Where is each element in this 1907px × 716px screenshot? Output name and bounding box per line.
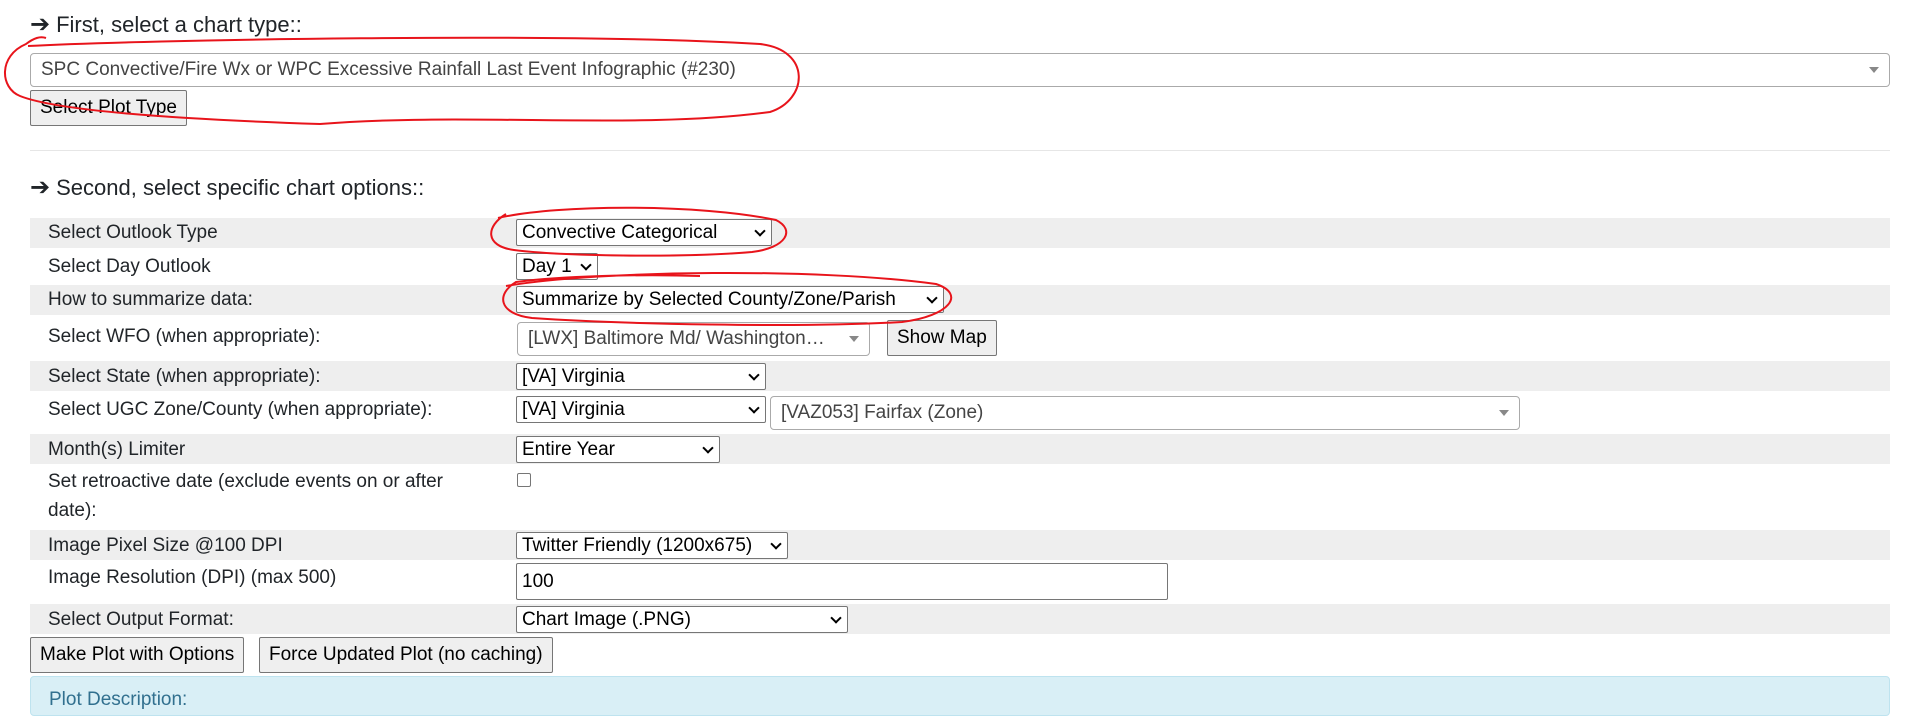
months-label: Month(s) Limiter: [48, 439, 186, 460]
outlook-type-value: Convective Categorical: [522, 221, 718, 243]
pixel-size-value: Twitter Friendly (1200x675): [522, 534, 753, 556]
caret-down-icon: [849, 336, 859, 342]
ugc-label: Select UGC Zone/County (when appropriate…: [48, 399, 433, 420]
output-format-label: Select Output Format:: [48, 609, 234, 630]
wfo-label: Select WFO (when appropriate):: [48, 326, 321, 347]
wfo-value: [LWX] Baltimore Md/ Washington…: [528, 328, 825, 349]
ugc-zone-select[interactable]: [VAZ053] Fairfax (Zone): [770, 396, 1520, 430]
chart-type-value: SPC Convective/Fire Wx or WPC Excessive …: [41, 59, 736, 80]
output-format-select[interactable]: Chart Image (.PNG): [516, 606, 848, 633]
row-months: Month(s) Limiter Entire Year: [30, 434, 1890, 464]
state-select[interactable]: [VA] Virginia: [516, 363, 766, 390]
months-value: Entire Year: [522, 438, 615, 460]
day-outlook-label: Select Day Outlook: [48, 256, 211, 277]
pixel-size-label: Image Pixel Size @100 DPI: [48, 535, 283, 556]
step2-heading: ➔ Second, select specific chart options:…: [30, 175, 424, 201]
chevron-down-icon: [748, 368, 760, 381]
row-state: Select State (when appropriate): [VA] Vi…: [30, 361, 1890, 391]
step1-heading: ➔ First, select a chart type::: [30, 12, 302, 38]
wfo-select[interactable]: [LWX] Baltimore Md/ Washington…: [517, 322, 870, 356]
dpi-input[interactable]: 100: [516, 563, 1168, 600]
row-dpi: Image Resolution (DPI) (max 500) 100: [30, 561, 1890, 603]
chevron-down-icon: [702, 441, 714, 454]
caret-down-icon: [1869, 67, 1879, 73]
months-select[interactable]: Entire Year: [516, 436, 720, 463]
row-day-outlook: Select Day Outlook Day 1: [30, 252, 1890, 282]
row-ugc: Select UGC Zone/County (when appropriate…: [30, 393, 1890, 433]
row-output-format: Select Output Format: Chart Image (.PNG): [30, 604, 1890, 634]
output-format-value: Chart Image (.PNG): [522, 608, 691, 630]
outlook-type-select[interactable]: Convective Categorical: [516, 219, 772, 246]
row-wfo: Select WFO (when appropriate): [LWX] Bal…: [30, 318, 1890, 360]
make-plot-button[interactable]: Make Plot with Options: [30, 637, 245, 673]
caret-down-icon: [1499, 410, 1509, 416]
dpi-label: Image Resolution (DPI) (max 500): [48, 567, 337, 588]
state-value: [VA] Virginia: [522, 365, 625, 387]
select-plot-type-button[interactable]: Select Plot Type: [30, 90, 187, 126]
ugc-state-value: [VA] Virginia: [522, 398, 625, 420]
day-outlook-value: Day 1: [522, 255, 572, 277]
force-updated-plot-button[interactable]: Force Updated Plot (no caching): [259, 637, 553, 673]
chevron-down-icon: [580, 258, 592, 271]
step2-heading-text: Second, select specific chart options::: [56, 175, 425, 200]
retro-label-line1: Set retroactive date (exclude events on …: [48, 471, 443, 492]
row-pixel-size: Image Pixel Size @100 DPI Twitter Friend…: [30, 530, 1890, 560]
chart-type-select[interactable]: SPC Convective/Fire Wx or WPC Excessive …: [30, 53, 1890, 87]
chevron-down-icon: [770, 537, 782, 550]
chevron-down-icon: [748, 401, 760, 414]
plot-description-title: Plot Description:: [49, 689, 188, 710]
retro-label-line2: date):: [48, 500, 97, 521]
chevron-down-icon: [754, 224, 766, 237]
outlook-type-label: Select Outlook Type: [48, 222, 218, 243]
show-map-button[interactable]: Show Map: [887, 320, 997, 356]
day-outlook-select[interactable]: Day 1: [516, 253, 598, 280]
dpi-value: 100: [522, 570, 554, 592]
row-retro: Set retroactive date (exclude events on …: [30, 465, 1890, 529]
summarize-label: How to summarize data:: [48, 289, 253, 310]
row-outlook-type: Select Outlook Type Convective Categoric…: [30, 218, 1890, 248]
arrow-right-icon: ➔: [30, 11, 51, 38]
step1-heading-text: First, select a chart type::: [56, 12, 302, 37]
state-label: Select State (when appropriate):: [48, 366, 321, 387]
summarize-select[interactable]: Summarize by Selected County/Zone/Parish: [516, 286, 944, 313]
row-summarize: How to summarize data: Summarize by Sele…: [30, 285, 1890, 315]
plot-description-panel: Plot Description:: [30, 676, 1890, 716]
section-divider: [30, 150, 1890, 151]
retro-checkbox[interactable]: [517, 473, 531, 487]
arrow-right-icon: ➔: [30, 174, 51, 201]
chevron-down-icon: [926, 291, 938, 304]
pixel-size-select[interactable]: Twitter Friendly (1200x675): [516, 532, 788, 559]
ugc-zone-value: [VAZ053] Fairfax (Zone): [781, 402, 984, 423]
chevron-down-icon: [830, 611, 842, 624]
ugc-state-select[interactable]: [VA] Virginia: [516, 396, 766, 423]
summarize-value: Summarize by Selected County/Zone/Parish: [522, 288, 896, 310]
